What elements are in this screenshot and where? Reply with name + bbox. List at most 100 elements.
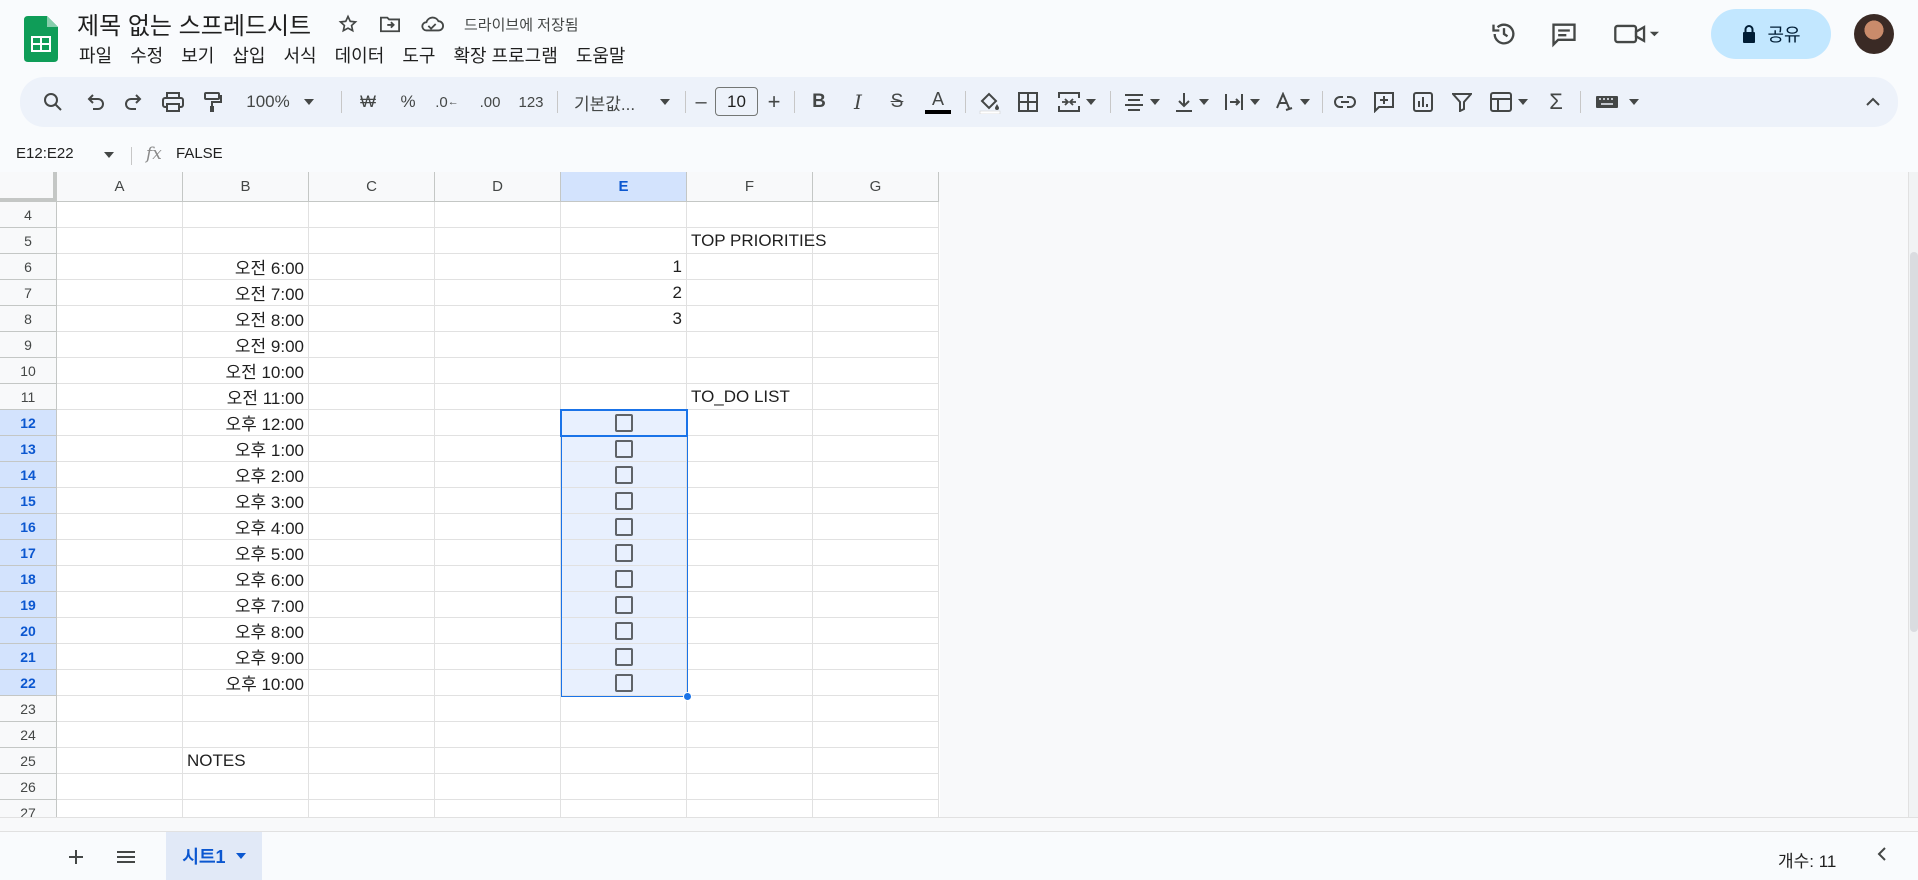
- checkbox[interactable]: [614, 491, 633, 510]
- insert-chart-icon[interactable]: [1410, 87, 1436, 117]
- cell[interactable]: [813, 410, 939, 436]
- cell[interactable]: 오전 11:00: [183, 384, 309, 410]
- borders-icon[interactable]: [1015, 87, 1041, 117]
- cell[interactable]: [57, 488, 183, 514]
- cell[interactable]: TOP PRIORITIES: [687, 228, 826, 254]
- cell[interactable]: [309, 462, 435, 488]
- cell[interactable]: 오후 7:00: [183, 592, 309, 618]
- cell[interactable]: [57, 670, 183, 696]
- cell[interactable]: [435, 670, 561, 696]
- checkbox[interactable]: [614, 569, 633, 588]
- cell[interactable]: [687, 644, 813, 670]
- cell[interactable]: 오후 3:00: [183, 488, 309, 514]
- cell[interactable]: [687, 566, 813, 592]
- collapse-toolbar-icon[interactable]: [1860, 87, 1886, 117]
- search-menus-icon[interactable]: [40, 87, 66, 117]
- row-header[interactable]: 25: [0, 748, 57, 774]
- column-header-a[interactable]: A: [57, 172, 183, 202]
- cell[interactable]: [435, 696, 561, 722]
- functions-button[interactable]: Σ: [1543, 87, 1569, 117]
- row-header[interactable]: 22: [0, 670, 57, 696]
- cell[interactable]: [309, 800, 435, 817]
- cell[interactable]: [687, 696, 813, 722]
- cell[interactable]: [309, 384, 435, 410]
- cell[interactable]: [813, 670, 939, 696]
- cell[interactable]: [561, 488, 687, 514]
- cell[interactable]: [813, 202, 939, 228]
- menu-view[interactable]: 보기: [172, 40, 223, 70]
- cell[interactable]: [57, 228, 183, 254]
- cell[interactable]: [561, 774, 687, 800]
- zoom-select[interactable]: 100%: [240, 87, 320, 117]
- column-header-d[interactable]: D: [435, 172, 561, 202]
- cell[interactable]: [813, 462, 939, 488]
- checkbox[interactable]: [614, 543, 633, 562]
- meet-icon[interactable]: [1611, 18, 1661, 50]
- cell[interactable]: [309, 436, 435, 462]
- cell[interactable]: [309, 592, 435, 618]
- decrease-decimal-button[interactable]: .0 ←: [432, 87, 462, 117]
- doc-title[interactable]: 제목 없는 스프레드시트: [77, 6, 311, 41]
- row-header[interactable]: 7: [0, 280, 57, 306]
- row-header[interactable]: 17: [0, 540, 57, 566]
- cell[interactable]: 오전 7:00: [183, 280, 309, 306]
- cell[interactable]: [813, 540, 939, 566]
- row-header[interactable]: 23: [0, 696, 57, 722]
- cell[interactable]: [309, 332, 435, 358]
- cell[interactable]: [561, 800, 687, 817]
- cell[interactable]: [435, 254, 561, 280]
- cell[interactable]: [813, 514, 939, 540]
- cell[interactable]: [435, 332, 561, 358]
- row-header[interactable]: 13: [0, 436, 57, 462]
- cell[interactable]: [561, 384, 687, 410]
- cell[interactable]: [183, 228, 309, 254]
- text-wrap-icon[interactable]: [1220, 87, 1264, 117]
- menu-format[interactable]: 서식: [275, 40, 326, 70]
- text-rotation-icon[interactable]: [1270, 87, 1314, 117]
- font-family-select[interactable]: 기본값...: [568, 87, 676, 117]
- decrease-font-size-button[interactable]: –: [692, 87, 710, 117]
- cell[interactable]: [813, 280, 939, 306]
- cell[interactable]: [687, 462, 813, 488]
- cell[interactable]: [435, 748, 561, 774]
- cell[interactable]: [813, 774, 939, 800]
- cell[interactable]: [309, 254, 435, 280]
- increase-font-size-button[interactable]: +: [764, 87, 784, 117]
- fill-handle[interactable]: [683, 692, 692, 701]
- cell[interactable]: [687, 254, 813, 280]
- cell[interactable]: [561, 618, 687, 644]
- cell[interactable]: [561, 540, 687, 566]
- cell[interactable]: [813, 306, 939, 332]
- cell[interactable]: [57, 332, 183, 358]
- strikethrough-button[interactable]: S: [884, 87, 910, 117]
- cell[interactable]: [183, 696, 309, 722]
- increase-decimal-button[interactable]: .00: [474, 87, 506, 117]
- cell[interactable]: [687, 488, 813, 514]
- cell[interactable]: [435, 462, 561, 488]
- cell[interactable]: [309, 202, 435, 228]
- cell[interactable]: [561, 722, 687, 748]
- cell[interactable]: [813, 384, 939, 410]
- input-tools-icon[interactable]: [1592, 87, 1642, 117]
- cell[interactable]: [309, 514, 435, 540]
- cell[interactable]: 오전 9:00: [183, 332, 309, 358]
- cell[interactable]: [813, 358, 939, 384]
- cell[interactable]: [57, 254, 183, 280]
- cell[interactable]: [57, 722, 183, 748]
- cell[interactable]: [309, 774, 435, 800]
- more-formats-button[interactable]: 123: [516, 87, 546, 117]
- cell[interactable]: [309, 410, 435, 436]
- cell[interactable]: [561, 566, 687, 592]
- cell[interactable]: [561, 644, 687, 670]
- add-sheet-icon[interactable]: [63, 844, 89, 870]
- cell[interactable]: [687, 592, 813, 618]
- row-header[interactable]: 14: [0, 462, 57, 488]
- menu-extensions[interactable]: 확장 프로그램: [444, 40, 566, 70]
- cell[interactable]: [435, 514, 561, 540]
- row-header[interactable]: 18: [0, 566, 57, 592]
- cell[interactable]: [435, 280, 561, 306]
- cell[interactable]: [309, 488, 435, 514]
- cell[interactable]: [57, 800, 183, 817]
- cell[interactable]: [561, 202, 687, 228]
- cell[interactable]: [183, 202, 309, 228]
